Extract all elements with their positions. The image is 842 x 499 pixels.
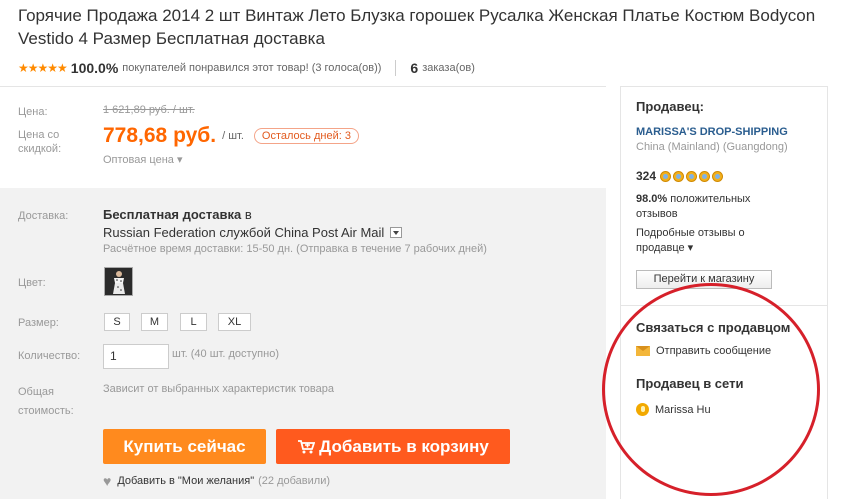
user-online-icon bbox=[636, 403, 649, 416]
discount-price: 778,68 руб. bbox=[103, 124, 217, 147]
shipping-time: Расчётное время доставки: 15-50 дн. (Отп… bbox=[103, 243, 487, 255]
color-label: Цвет: bbox=[18, 277, 46, 289]
heart-icon[interactable]: ♥ bbox=[103, 473, 111, 489]
seller-score-row: 324 bbox=[636, 169, 724, 183]
shipping-to: в bbox=[244, 207, 252, 222]
online-heading: Продавец в сети bbox=[636, 376, 744, 391]
wholesale-price-toggle[interactable]: Оптовая цена ▾ bbox=[103, 153, 182, 166]
shipping-method-row: Russian Federation службой China Post Ai… bbox=[103, 225, 403, 240]
medal-icon bbox=[686, 170, 698, 182]
positive-feedback: 98.0% положительных отзывов bbox=[636, 192, 786, 222]
add-to-cart-label: Добавить в корзину bbox=[319, 437, 489, 456]
size-option-m[interactable]: M bbox=[141, 313, 168, 331]
medal-icon bbox=[673, 170, 685, 182]
price-line: 778,68 руб. / шт. Осталось дней: 3 bbox=[103, 124, 359, 148]
quantity-label: Количество: bbox=[18, 350, 81, 362]
size-option-l[interactable]: L bbox=[180, 313, 207, 331]
quantity-note: шт. (40 шт. доступно) bbox=[172, 348, 279, 360]
detailed-feedback-link[interactable]: Подробные отзывы о продавце ▾ bbox=[636, 226, 786, 256]
send-message-link[interactable]: Отправить сообщение bbox=[636, 345, 771, 357]
medals bbox=[658, 170, 724, 182]
orders-label: заказа(ов) bbox=[422, 62, 475, 74]
shipping-method: Russian Federation службой China Post Ai… bbox=[103, 225, 385, 240]
envelope-icon bbox=[636, 346, 650, 356]
free-shipping-text: Бесплатная доставка bbox=[103, 207, 242, 222]
seller-divider bbox=[620, 305, 828, 306]
dress-thumbnail-icon bbox=[105, 268, 132, 295]
size-option-xl[interactable]: XL bbox=[218, 313, 251, 331]
rating-stars-icon: ★★★★★ bbox=[18, 61, 68, 75]
medal-icon bbox=[660, 170, 672, 182]
wishlist-row: ♥ Добавить в "Мои желания" (22 добавили) bbox=[103, 473, 330, 489]
color-swatch[interactable] bbox=[104, 267, 133, 296]
price-divider bbox=[0, 86, 606, 87]
go-to-store-button[interactable]: Перейти к магазину bbox=[636, 270, 772, 289]
online-user-name: Marissa Hu bbox=[655, 403, 711, 416]
total-label: Общая стоимость: bbox=[18, 386, 74, 417]
size-option-s[interactable]: S bbox=[104, 313, 130, 331]
add-to-cart-button[interactable]: Добавить в корзину bbox=[276, 429, 510, 464]
seller-heading: Продавец: bbox=[636, 99, 704, 114]
online-user-link[interactable]: Marissa Hu bbox=[636, 403, 711, 416]
old-price: 1 621,89 руб. / шт. bbox=[103, 104, 195, 116]
rating-percent: 100.0% bbox=[70, 60, 119, 76]
rating-text: покупателей понравился этот товар! (3 го… bbox=[122, 62, 382, 74]
shipping-title: Бесплатная доставка в bbox=[103, 207, 252, 222]
medal-icon bbox=[699, 170, 711, 182]
size-label: Размер: bbox=[18, 317, 59, 329]
rating-row: ★★★★★ 100.0% покупателей понравился этот… bbox=[18, 58, 475, 78]
rating-separator bbox=[395, 60, 397, 76]
discount-price-label: Цена со скидкой: bbox=[18, 129, 62, 155]
cart-icon bbox=[297, 429, 316, 464]
wishlist-link[interactable]: Добавить в "Мои желания" bbox=[117, 475, 254, 487]
orders-count: 6 bbox=[410, 60, 419, 76]
price-unit: / шт. bbox=[222, 130, 244, 142]
store-name-link[interactable]: MARISSA'S DROP-SHIPPING bbox=[636, 126, 788, 138]
days-left-badge: Осталось дней: 3 bbox=[253, 128, 359, 144]
shipping-label: Доставка: bbox=[18, 210, 69, 222]
price-label: Цена: bbox=[18, 106, 48, 118]
medal-icon bbox=[712, 170, 724, 182]
product-title: Горячие Продажа 2014 2 шт Винтаж Лето Бл… bbox=[18, 6, 816, 48]
store-location: China (Mainland) (Guangdong) bbox=[636, 141, 788, 153]
positive-percent: 98.0% bbox=[636, 193, 668, 205]
wishlist-count: (22 добавили) bbox=[258, 475, 330, 487]
quantity-input[interactable]: 1 bbox=[103, 344, 169, 369]
buy-now-button[interactable]: Купить сейчас bbox=[103, 429, 266, 464]
seller-score: 324 bbox=[636, 169, 657, 183]
shipping-dropdown-icon[interactable] bbox=[390, 227, 403, 238]
total-note: Зависит от выбранных характеристик товар… bbox=[103, 383, 334, 395]
send-message-label: Отправить сообщение bbox=[656, 345, 772, 357]
contact-heading: Связаться с продавцом bbox=[636, 320, 791, 335]
